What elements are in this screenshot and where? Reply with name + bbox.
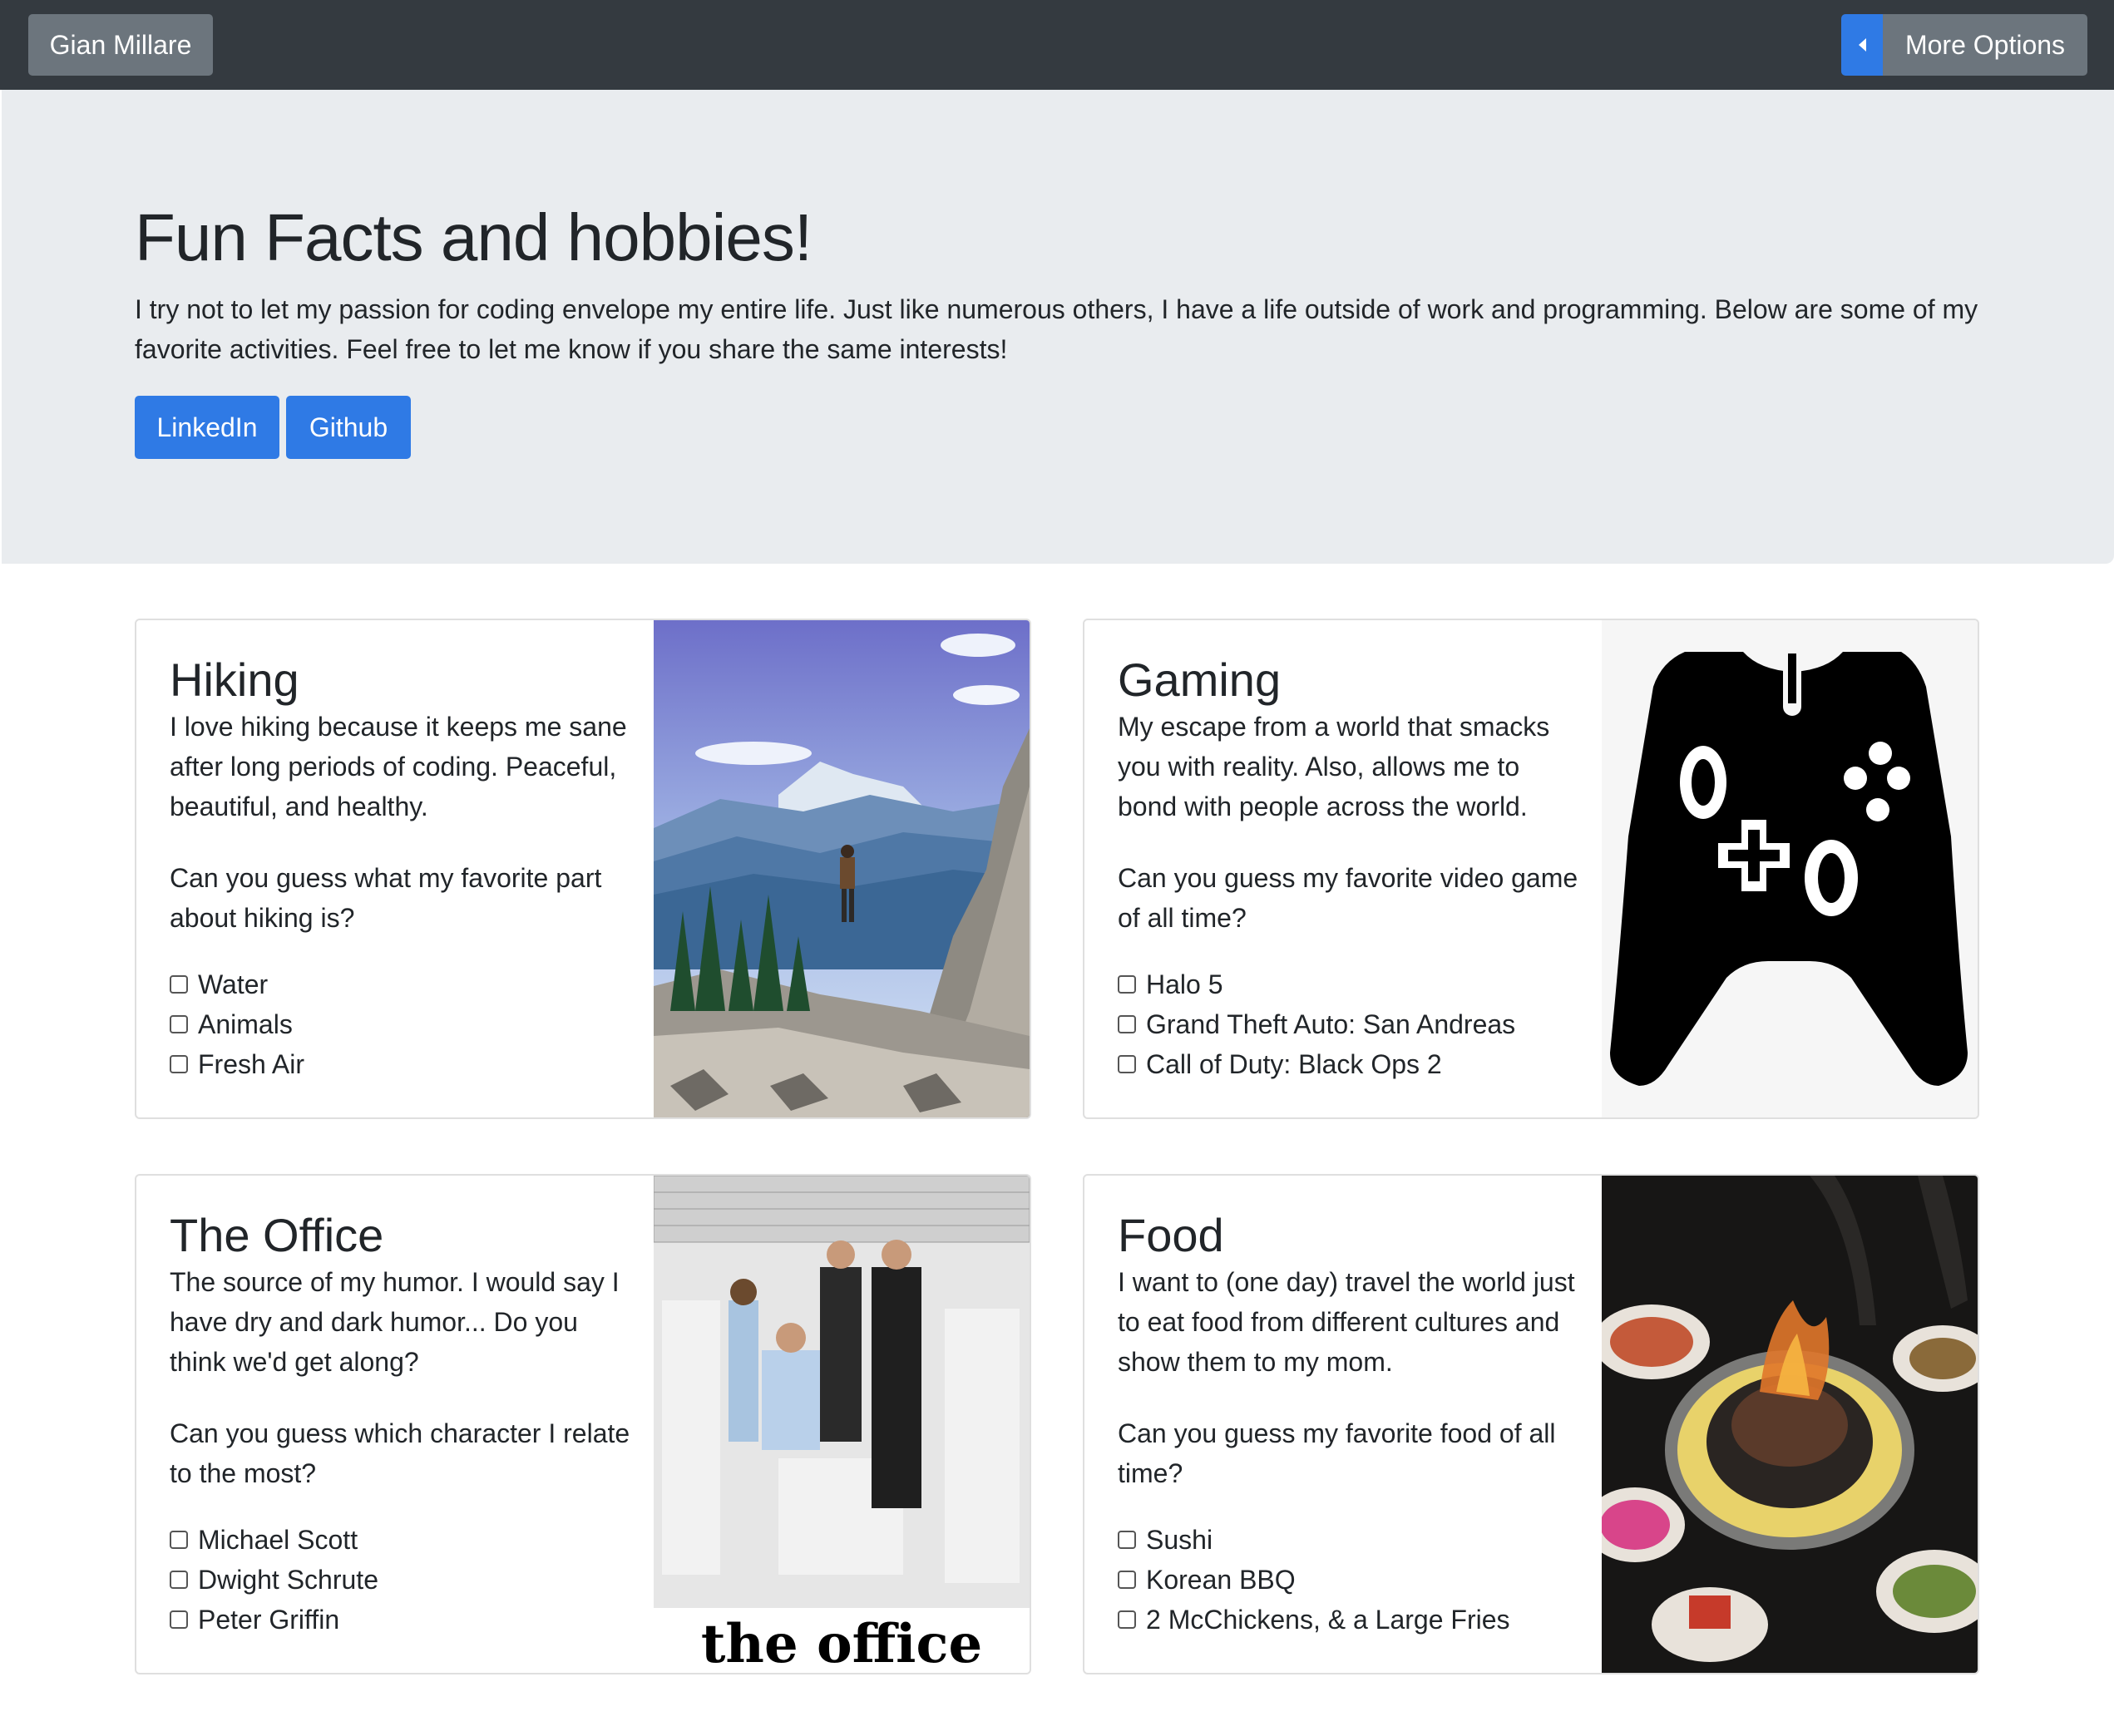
- checkbox[interactable]: [1118, 1055, 1136, 1073]
- intro-text: I try not to let my passion for coding e…: [135, 294, 1978, 364]
- card-text: The source of my humor. I would say I ha…: [170, 1267, 620, 1377]
- option-label: Dwight Schrute: [198, 1564, 378, 1595]
- card-text: I love hiking because it keeps me sane a…: [170, 712, 627, 821]
- option-mcchickens[interactable]: 2 McChickens, & a Large Fries: [1118, 1600, 1583, 1640]
- checkbox[interactable]: [170, 975, 188, 994]
- option-label: Grand Theft Auto: San Andreas: [1146, 1009, 1516, 1039]
- option-list: Sushi Korean BBQ 2 McChickens, & a Large…: [1118, 1520, 1583, 1640]
- option-label: Water: [198, 969, 269, 999]
- option-sushi[interactable]: Sushi: [1118, 1520, 1583, 1560]
- card-title: Hiking: [170, 653, 299, 706]
- checkbox[interactable]: [1118, 1571, 1136, 1589]
- option-fresh-air[interactable]: Fresh Air: [170, 1044, 635, 1084]
- page-title: Fun Facts and hobbies!: [135, 200, 813, 274]
- navbar: Gian Millare More Options: [0, 0, 2114, 90]
- more-options-dropdown[interactable]: More Options: [1841, 14, 2087, 76]
- card-question: Can you guess which character I relate t…: [170, 1418, 630, 1488]
- hobby-card-gaming: Gaming My escape from a world that smack…: [1083, 619, 1979, 1119]
- card-question: Can you guess what my favorite part abou…: [170, 863, 602, 933]
- card-text: My escape from a world that smacks you w…: [1118, 712, 1550, 821]
- option-label: Korean BBQ: [1146, 1564, 1296, 1595]
- hiking-image: [654, 620, 1030, 1117]
- card-question: Can you guess my favorite food of all ti…: [1118, 1418, 1556, 1488]
- checkbox[interactable]: [1118, 1015, 1136, 1033]
- checkbox[interactable]: [170, 1531, 188, 1549]
- jumbotron: Fun Facts and hobbies! I try not to let …: [2, 90, 2114, 564]
- office-logo-text: the office: [701, 1613, 982, 1673]
- card-text: I want to (one day) travel the world jus…: [1118, 1267, 1575, 1377]
- option-label: Halo 5: [1146, 969, 1223, 999]
- more-options-button[interactable]: More Options: [1883, 14, 2087, 76]
- card-question: Can you guess my favorite video game of …: [1118, 863, 1578, 933]
- option-label: 2 McChickens, & a Large Fries: [1146, 1604, 1510, 1635]
- option-korean-bbq[interactable]: Korean BBQ: [1118, 1560, 1583, 1600]
- card-title: Food: [1118, 1209, 1224, 1261]
- caret-left-icon: [1859, 38, 1866, 52]
- hobby-card-hiking: Hiking I love hiking because it keeps me…: [135, 619, 1031, 1119]
- checkbox[interactable]: [1118, 1531, 1136, 1549]
- the-office-image: the office: [654, 1176, 1030, 1673]
- github-button[interactable]: Github: [286, 396, 411, 459]
- checkbox[interactable]: [170, 1015, 188, 1033]
- checkbox[interactable]: [170, 1610, 188, 1629]
- option-label: Call of Duty: Black Ops 2: [1146, 1048, 1442, 1079]
- option-animals[interactable]: Animals: [170, 1004, 635, 1044]
- option-peter-griffin[interactable]: Peter Griffin: [170, 1600, 635, 1640]
- option-label: Fresh Air: [198, 1048, 305, 1079]
- checkbox[interactable]: [170, 1055, 188, 1073]
- card-body: The Office The source of my humor. I wou…: [170, 1209, 635, 1640]
- option-label: Animals: [198, 1009, 293, 1039]
- hobby-card-the-office: The Office The source of my humor. I wou…: [135, 1174, 1031, 1674]
- option-list: Halo 5 Grand Theft Auto: San Andreas Cal…: [1118, 964, 1583, 1084]
- option-black-ops-2[interactable]: Call of Duty: Black Ops 2: [1118, 1044, 1583, 1084]
- dropdown-toggle[interactable]: [1841, 14, 1883, 76]
- linkedin-button[interactable]: LinkedIn: [135, 396, 279, 459]
- hobby-card-food: Food I want to (one day) travel the worl…: [1083, 1174, 1979, 1674]
- option-halo-5[interactable]: Halo 5: [1118, 964, 1583, 1004]
- food-image: [1602, 1176, 1978, 1673]
- card-body: Gaming My escape from a world that smack…: [1118, 653, 1583, 1084]
- checkbox[interactable]: [1118, 1610, 1136, 1629]
- checkbox[interactable]: [1118, 975, 1136, 994]
- option-dwight-schrute[interactable]: Dwight Schrute: [170, 1560, 635, 1600]
- card-title: Gaming: [1118, 653, 1282, 706]
- option-label: Sushi: [1146, 1524, 1213, 1555]
- option-label: Michael Scott: [198, 1524, 358, 1555]
- checkbox[interactable]: [170, 1571, 188, 1589]
- option-gta-san-andreas[interactable]: Grand Theft Auto: San Andreas: [1118, 1004, 1583, 1044]
- brand-button[interactable]: Gian Millare: [28, 14, 213, 76]
- option-michael-scott[interactable]: Michael Scott: [170, 1520, 635, 1560]
- option-label: Peter Griffin: [198, 1604, 340, 1635]
- card-body: Food I want to (one day) travel the worl…: [1118, 1209, 1583, 1640]
- game-controller-icon: [1602, 620, 1978, 1117]
- option-water[interactable]: Water: [170, 964, 635, 1004]
- option-list: Michael Scott Dwight Schrute Peter Griff…: [170, 1520, 635, 1640]
- card-title: The Office: [170, 1209, 384, 1261]
- card-body: Hiking I love hiking because it keeps me…: [170, 653, 635, 1084]
- option-list: Water Animals Fresh Air: [170, 964, 635, 1084]
